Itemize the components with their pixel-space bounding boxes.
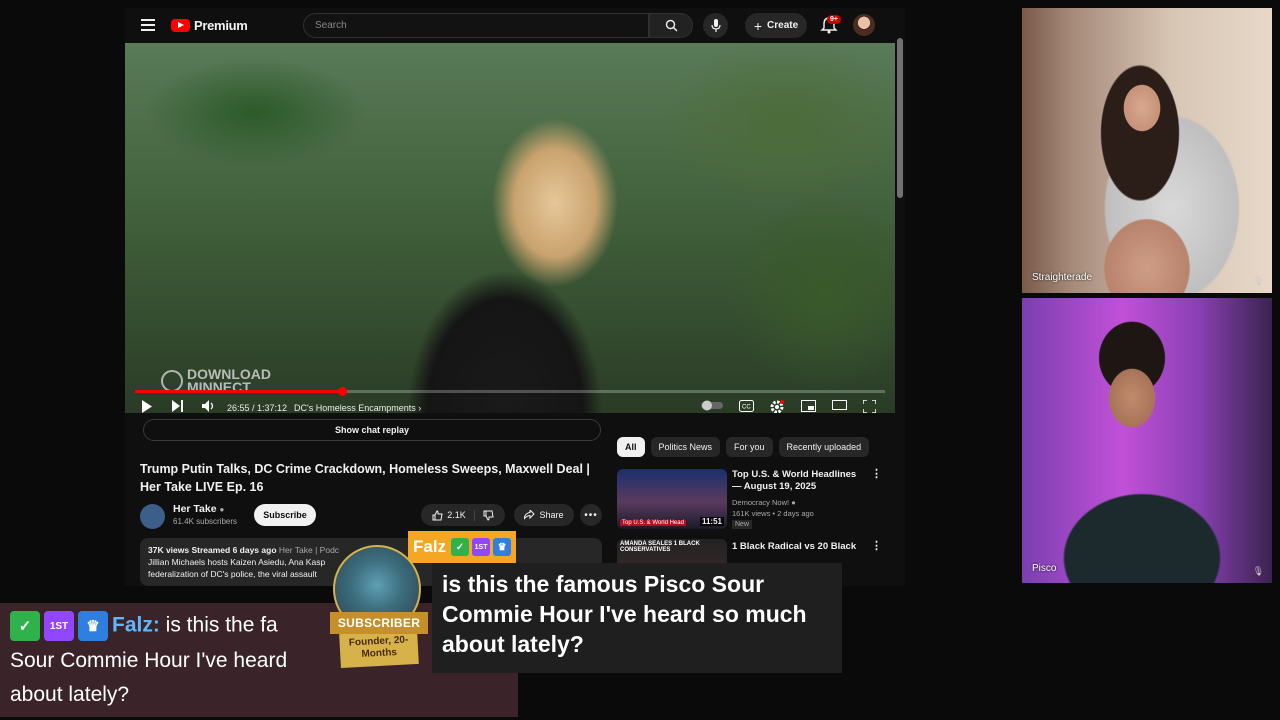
like-dislike-group: 2.1K (421, 504, 505, 526)
chat-username: Falz (112, 613, 153, 637)
new-badge: New (732, 520, 753, 529)
popup-username-tag: Falz ✓ 1ST ♛ (408, 531, 517, 563)
webcam-straighterade: Straighterade 🎙 (1022, 8, 1272, 293)
description-tags: Her Take | Podc (278, 545, 340, 555)
share-label: Share (539, 510, 564, 520)
share-button[interactable]: Share (514, 504, 574, 526)
video-duration: 11:51 (699, 517, 724, 526)
chip-for-you[interactable]: For you (726, 437, 773, 457)
subscriber-ribbon: SUBSCRIBER (330, 612, 428, 634)
view-stats: 37K views Streamed 6 days ago (148, 545, 277, 555)
subscriber-tenure: Founder, 20-Months (339, 629, 419, 669)
like-button[interactable]: 2.1K (432, 509, 475, 521)
highlighted-message-popup: is this the famous Pisco Sour Commie Hou… (432, 563, 842, 673)
subscribe-button[interactable]: Subscribe (254, 504, 316, 526)
thumbnail-caption: AMANDA SEALES 1 BLACK CONSERVATIVES (620, 541, 700, 553)
subscriber-badge: Founder, 20-Months SUBSCRIBER (330, 612, 428, 669)
popup-username: Falz (413, 537, 447, 556)
webcam-pisco: Pisco 🎙 (1022, 298, 1272, 583)
founder-badge-icon: ✓ (10, 611, 40, 641)
like-count: 2.1K (447, 510, 466, 520)
more-vertical-icon[interactable]: ⋮ (871, 469, 882, 480)
chat-text-line1: is this the fa (159, 613, 278, 637)
first-badge-icon: 1ST (472, 538, 491, 556)
page-scrollbar[interactable] (895, 8, 905, 586)
muted-mic-icon: 🎙 (1252, 566, 1264, 576)
recommended-title[interactable]: Top U.S. & World Headlines — August 19, … (732, 469, 860, 493)
watch-content: Show chat replay Trump Putin Talks, DC C… (125, 8, 895, 586)
chip-all[interactable]: All (617, 437, 645, 457)
more-vertical-icon[interactable]: ⋮ (871, 541, 882, 552)
founder-badge-icon: ✓ (451, 538, 470, 556)
video-title: Trump Putin Talks, DC Crime Crackdown, H… (140, 462, 590, 494)
recommended-video[interactable]: Top U.S. & World Head 11:51 Top U.S. & W… (617, 469, 887, 537)
recommended-title[interactable]: 1 Black Radical vs 20 Black (732, 541, 860, 553)
first-badge-icon: 1ST (44, 611, 74, 641)
more-horizontal-icon: ••• (584, 509, 598, 521)
related-filter-chips: All Politics News For you Recently uploa… (617, 437, 870, 457)
crown-badge-icon: ♛ (78, 611, 108, 641)
chat-text-line2: Sour Commie Hour I've heard (10, 649, 288, 672)
chat-text-line3: about lately? (10, 683, 130, 706)
muted-mic-icon: 🎙 (1252, 276, 1264, 286)
scrollbar-thumb[interactable] (897, 38, 903, 198)
channel-name[interactable]: Her Take ● (173, 503, 224, 515)
recommended-channel-name: Democracy Now! (732, 498, 790, 507)
chip-recently-uploaded[interactable]: Recently uploaded (778, 437, 870, 457)
chat-colon: : (152, 613, 160, 637)
cam-name: Straighterade (1032, 272, 1093, 283)
more-actions-button[interactable]: ••• (580, 504, 602, 526)
verified-icon: ● (219, 505, 225, 514)
verified-icon: ● (791, 498, 796, 507)
share-icon (524, 510, 536, 520)
thumbs-down-icon[interactable] (483, 510, 494, 521)
cam-name: Pisco (1032, 563, 1057, 574)
video-thumbnail[interactable]: Top U.S. & World Head 11:51 (617, 469, 727, 529)
recommended-stats: 161K views • 2 days ago (732, 509, 814, 518)
channel-avatar[interactable] (140, 504, 165, 529)
popup-message: is this the famous Pisco Sour Commie Hou… (442, 571, 807, 657)
thumbnail-caption: Top U.S. & World Head (620, 520, 686, 526)
subscriber-count: 61.4K subscribers (173, 517, 238, 526)
thumbs-up-icon (432, 509, 443, 520)
crown-badge-icon: ♛ (493, 538, 512, 556)
channel-name-text: Her Take (173, 503, 217, 515)
recommended-channel[interactable]: Democracy Now! ● (732, 497, 796, 508)
show-chat-replay-button[interactable]: Show chat replay (143, 419, 601, 441)
chip-politics-news[interactable]: Politics News (650, 437, 721, 457)
